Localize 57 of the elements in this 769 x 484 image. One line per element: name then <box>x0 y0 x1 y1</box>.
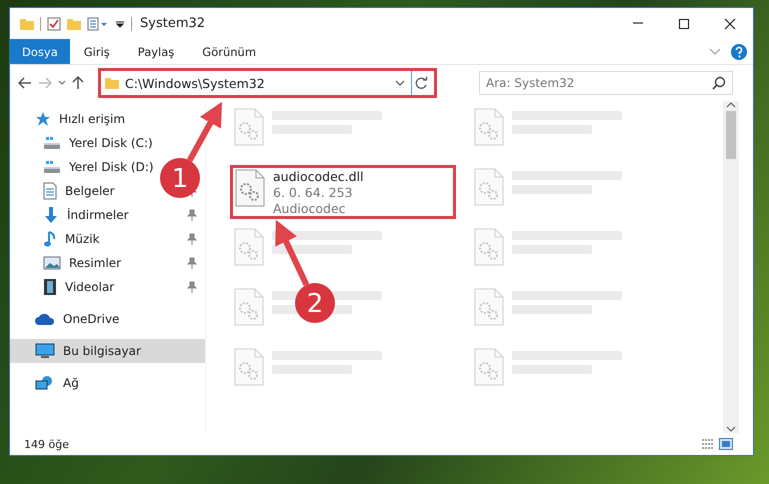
annotation-arrow <box>187 102 222 162</box>
ribbon-tab[interactable]: Dosya <box>10 39 70 64</box>
drive-icon <box>43 160 61 174</box>
properties-dropdown-icon[interactable] <box>87 16 109 30</box>
picture-icon <box>43 256 61 270</box>
file-description: Audiocodec <box>273 201 347 217</box>
ribbon-tab[interactable]: Görünüm <box>188 39 270 64</box>
sidebar-item[interactable]: Videolar <box>43 278 114 296</box>
sidebar-item[interactable]: Resimler <box>43 256 122 270</box>
sidebar-item[interactable]: Müzik <box>43 230 100 248</box>
back-arrow-icon[interactable] <box>18 77 32 89</box>
sidebar-item[interactable]: Bu bilgisayar <box>10 339 205 363</box>
sidebar-item[interactable]: Ağ <box>35 375 79 391</box>
network-icon <box>35 375 55 391</box>
music-note-icon <box>43 230 57 248</box>
checklist-icon[interactable] <box>47 16 61 30</box>
up-arrow-icon[interactable] <box>72 76 84 90</box>
monitor-icon <box>35 343 55 359</box>
item-count: 149 öğe <box>24 438 69 450</box>
window-title: System32 <box>140 16 206 31</box>
file-item[interactable]: audiocodec.dll 6. 0. 64. 253 Audiocodec <box>230 165 456 219</box>
scroll-up-icon[interactable] <box>726 101 736 109</box>
sidebar-item[interactable]: OneDrive <box>35 312 120 326</box>
file-name: audiocodec.dll <box>273 169 364 185</box>
chevron-down-icon[interactable] <box>395 80 405 86</box>
address-path: C:\Windows\System32 <box>125 76 266 90</box>
maximize-icon <box>678 18 690 30</box>
film-icon <box>43 278 57 296</box>
sidebar-item[interactable]: Hızlı erişim <box>35 111 126 127</box>
star-icon <box>35 111 51 127</box>
customize-dropdown-icon[interactable] <box>115 18 125 28</box>
large-icons-view-icon[interactable] <box>719 438 733 450</box>
folder-icon <box>105 77 119 89</box>
details-view-icon[interactable] <box>701 438 715 450</box>
step-number-badge: 2 <box>295 283 335 323</box>
scrollbar-thumb[interactable] <box>726 111 736 159</box>
step-number-badge: 1 <box>160 158 200 198</box>
ribbon-tab[interactable]: Paylaş <box>124 39 188 64</box>
sidebar-item[interactable]: Yerel Disk (D:) <box>43 160 154 174</box>
help-icon[interactable] <box>731 44 747 60</box>
sidebar-item[interactable]: Belgeler <box>43 182 115 200</box>
cloud-icon <box>35 312 55 326</box>
chevron-down-icon[interactable] <box>58 80 66 86</box>
sidebar-item[interactable]: Yerel Disk (C:) <box>43 136 153 150</box>
refresh-button[interactable] <box>411 71 430 95</box>
refresh-icon <box>414 76 428 90</box>
document-icon <box>43 182 57 200</box>
down-arrow-icon <box>43 206 59 224</box>
sidebar-item[interactable]: İndirmeler <box>43 206 129 224</box>
dll-file-icon <box>235 169 265 207</box>
drive-icon <box>43 136 61 150</box>
address-bar[interactable]: C:\Windows\System32 <box>98 68 437 98</box>
close-icon <box>724 18 736 30</box>
scroll-down-icon[interactable] <box>726 425 736 433</box>
ribbon-tab[interactable]: Giriş <box>70 39 124 64</box>
file-detail: 6. 0. 64. 253 <box>273 185 354 201</box>
annotation-arrow <box>275 220 310 286</box>
